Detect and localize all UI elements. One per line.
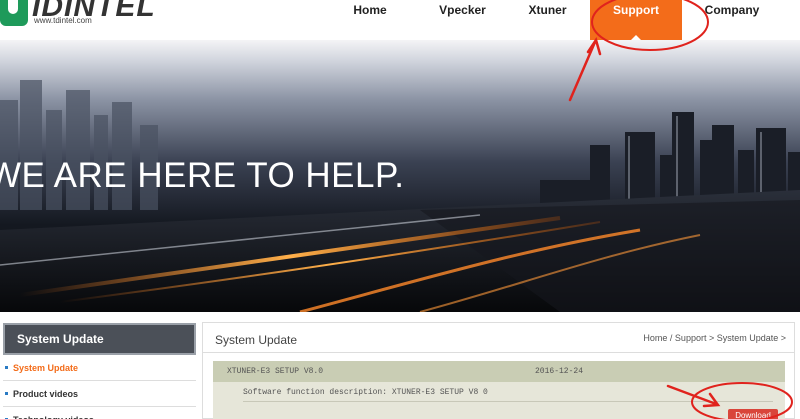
nav-vpecker[interactable]: Vpecker	[420, 0, 505, 40]
logo-url: www.tdintel.com	[34, 16, 92, 25]
sidebar-item-technology-videos[interactable]: Technology videos	[3, 407, 196, 419]
breadcrumb[interactable]: Home / Support > System Update >	[643, 333, 786, 343]
entry-name[interactable]: XTUNER-E3 SETUP V8.0	[227, 367, 323, 376]
site-logo[interactable]: IDINTEL	[0, 0, 156, 30]
panel-header: System Update Home / Support > System Up…	[203, 323, 794, 353]
entry-date: 2016-12-24	[535, 367, 584, 376]
sidebar-item-product-videos[interactable]: Product videos	[3, 381, 196, 407]
nav-support[interactable]: Support	[590, 0, 682, 41]
sidebar-item-system-update[interactable]: System Update	[3, 355, 196, 381]
banner-headline: WE ARE HERE TO HELP.	[0, 156, 405, 195]
nav-company[interactable]: Company	[682, 0, 782, 40]
sidebar-title: System Update	[3, 323, 196, 355]
main-panel: System Update Home / Support > System Up…	[202, 322, 795, 419]
sidebar: System Update System Update Product vide…	[3, 323, 196, 419]
download-button[interactable]: Download	[728, 409, 778, 419]
logo-mark-icon	[0, 0, 28, 26]
entry-divider	[243, 401, 773, 402]
entry-header: XTUNER-E3 SETUP V8.0 2016-12-24	[213, 361, 785, 382]
page-title: System Update	[215, 333, 298, 347]
nav-home[interactable]: Home	[320, 0, 420, 40]
site-header: IDINTEL www.tdintel.com Home Vpecker Xtu…	[0, 0, 800, 41]
nav-xtuner[interactable]: Xtuner	[505, 0, 590, 40]
entry-description: Software function description: XTUNER-E3…	[243, 388, 488, 397]
main-nav: Home Vpecker Xtuner Support Company	[320, 0, 782, 41]
hero-banner: WE ARE HERE TO HELP.	[0, 40, 800, 312]
download-entry: XTUNER-E3 SETUP V8.0 2016-12-24 Software…	[213, 361, 785, 419]
